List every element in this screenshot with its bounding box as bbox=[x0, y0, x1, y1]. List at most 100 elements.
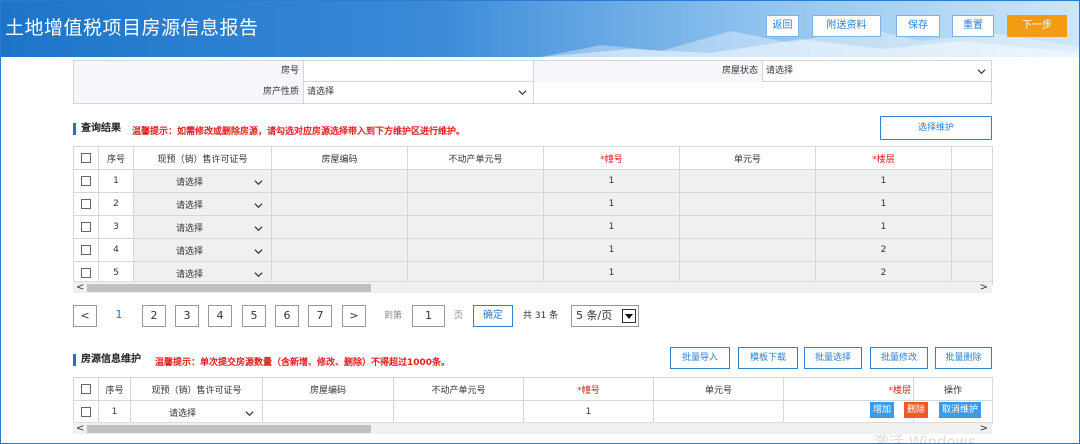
col-building: *幢号 bbox=[543, 146, 680, 170]
page-title: 土地增值税项目房源信息报告 bbox=[5, 17, 259, 39]
house-code-input[interactable] bbox=[262, 400, 394, 424]
total-count: 共 31 条 bbox=[523, 311, 559, 321]
row-checkbox[interactable] bbox=[73, 215, 99, 239]
col-house-code: 房屋编码 bbox=[262, 377, 394, 401]
template-download-button[interactable]: 模板下载 bbox=[738, 347, 798, 369]
page-1-button[interactable]: 1 bbox=[107, 305, 131, 327]
row-no: 1 bbox=[98, 169, 134, 193]
extra-cell bbox=[951, 192, 993, 216]
table-header-row: 序号 现预（销）售许可证号 房屋编码 不动产单元号 *幢号 单元号 *楼层 操作 bbox=[73, 377, 993, 401]
scroll-left-arrow[interactable]: < bbox=[76, 282, 84, 294]
license-select[interactable]: 请选择 bbox=[133, 238, 272, 262]
page-size-value: 5 条/页 bbox=[576, 309, 613, 322]
extra-cell bbox=[951, 238, 993, 262]
license-select-value: 请选择 bbox=[176, 223, 204, 234]
page-size-select[interactable]: 5 条/页 bbox=[571, 305, 639, 327]
save-button[interactable]: 保存 bbox=[896, 15, 940, 37]
attach-docs-button[interactable]: 附送资料 bbox=[812, 15, 881, 37]
property-type-select[interactable]: 请选择 bbox=[304, 82, 534, 103]
scroll-right-arrow[interactable]: > bbox=[980, 423, 988, 435]
select-all-checkbox[interactable] bbox=[73, 146, 99, 170]
batch-import-button[interactable]: 批量导入 bbox=[670, 347, 730, 369]
page-3-button[interactable]: 3 bbox=[175, 305, 199, 327]
maintenance-table: 序号 现预（销）售许可证号 房屋编码 不动产单元号 *幢号 单元号 *楼层 操作… bbox=[73, 377, 993, 424]
license-select[interactable]: 请选择 bbox=[133, 192, 272, 216]
chevron-down-icon bbox=[254, 203, 263, 209]
col-license: 现预（销）售许可证号 bbox=[130, 377, 263, 401]
row-no: 4 bbox=[98, 238, 134, 262]
next-page-button[interactable]: > bbox=[342, 305, 366, 327]
horizontal-scrollbar[interactable]: < > bbox=[73, 422, 992, 434]
table-row[interactable]: 3 请选择 1 1 bbox=[73, 215, 993, 239]
scroll-thumb[interactable] bbox=[87, 425, 371, 433]
row-no: 2 bbox=[98, 192, 134, 216]
empty-form-cell bbox=[534, 82, 992, 103]
batch-select-button[interactable]: 批量选择 bbox=[804, 347, 862, 369]
unit-no-cell bbox=[407, 192, 544, 216]
unit-input[interactable] bbox=[653, 400, 784, 424]
chevron-down-icon bbox=[245, 411, 254, 417]
chevron-down-icon bbox=[254, 180, 263, 186]
col-house-code: 房屋编码 bbox=[271, 146, 408, 170]
select-maintain-button[interactable]: 选择维护 bbox=[880, 116, 992, 140]
col-unit-no: 不动产单元号 bbox=[393, 377, 524, 401]
goto-confirm-button[interactable]: 确定 bbox=[473, 305, 513, 327]
page-5-button[interactable]: 5 bbox=[242, 305, 266, 327]
unit-no-cell bbox=[407, 215, 544, 239]
table-row[interactable]: 1 请选择 1 1 bbox=[73, 169, 993, 193]
page-7-button[interactable]: 7 bbox=[308, 305, 332, 327]
col-building: *幢号 bbox=[523, 377, 654, 401]
table-header-row: 序号 现预（销）售许可证号 房屋编码 不动产单元号 *幢号 单元号 *楼层 bbox=[73, 146, 993, 170]
cancel-maintain-button[interactable]: 取消维护 bbox=[939, 402, 982, 418]
horizontal-scrollbar[interactable]: < > bbox=[73, 281, 992, 293]
goto-page-input[interactable]: 1 bbox=[412, 305, 445, 327]
batch-edit-button[interactable]: 批量修改 bbox=[870, 347, 928, 369]
row-no: 3 bbox=[98, 215, 134, 239]
table-row[interactable]: 1 请选择 1 1 bbox=[73, 400, 993, 424]
table-row[interactable]: 2 请选择 1 1 bbox=[73, 192, 993, 216]
unit-cell bbox=[679, 192, 816, 216]
row-checkbox[interactable] bbox=[73, 238, 99, 262]
page-2-button[interactable]: 2 bbox=[142, 305, 166, 327]
scroll-right-arrow[interactable]: > bbox=[980, 282, 988, 294]
delete-row-button[interactable]: 删除 bbox=[904, 402, 929, 418]
row-checkbox[interactable] bbox=[73, 169, 99, 193]
chevron-down-icon bbox=[518, 90, 527, 96]
batch-delete-button[interactable]: 批量删除 bbox=[935, 347, 992, 369]
license-select[interactable]: 请选择 bbox=[130, 400, 263, 424]
page-6-button[interactable]: 6 bbox=[275, 305, 299, 327]
room-no-input[interactable] bbox=[304, 61, 534, 82]
building-input[interactable]: 1 bbox=[523, 400, 654, 424]
page-4-button[interactable]: 4 bbox=[208, 305, 232, 327]
property-type-value: 请选择 bbox=[307, 87, 335, 97]
add-row-button[interactable]: 增加 bbox=[870, 402, 895, 418]
back-button[interactable]: 返回 bbox=[766, 15, 799, 37]
house-status-select[interactable]: 请选择 bbox=[763, 61, 992, 82]
row-checkbox[interactable] bbox=[73, 192, 99, 216]
building-cell: 1 bbox=[543, 215, 680, 239]
floor-cell: 2 bbox=[815, 238, 952, 262]
col-no: 序号 bbox=[98, 146, 134, 170]
prev-page-button[interactable]: < bbox=[73, 305, 97, 327]
license-select[interactable]: 请选择 bbox=[133, 215, 272, 239]
reset-button[interactable]: 重置 bbox=[952, 15, 994, 37]
scroll-thumb[interactable] bbox=[87, 284, 371, 292]
scroll-left-arrow[interactable]: < bbox=[76, 423, 84, 435]
unit-no-input[interactable] bbox=[393, 400, 524, 424]
unit-no-cell bbox=[407, 169, 544, 193]
house-status-label: 房屋状态 bbox=[534, 61, 763, 82]
col-floor: *楼层 bbox=[783, 377, 914, 401]
room-no-label: 房号 bbox=[74, 61, 304, 82]
table-row[interactable]: 4 请选择 1 2 bbox=[73, 238, 993, 262]
license-select[interactable]: 请选择 bbox=[133, 169, 272, 193]
query-results-tip: 温馨提示：如需修改或删除房源，请勾选对应房源选择带入到下方维护区进行维护。 bbox=[132, 127, 466, 137]
col-extra bbox=[951, 146, 993, 170]
row-checkbox[interactable] bbox=[73, 400, 99, 424]
windows-activation-watermark: 激活 Windows bbox=[874, 433, 976, 444]
next-step-button[interactable]: 下一步 bbox=[1007, 15, 1067, 37]
chevron-down-icon bbox=[254, 272, 263, 278]
select-all-checkbox[interactable] bbox=[73, 377, 99, 401]
page-unit-label: 页 bbox=[454, 311, 464, 321]
app-window: 土地增值税项目房源信息报告 返回 附送资料 保存 重置 下一步 房号 房屋状态 … bbox=[0, 0, 1080, 444]
chevron-down-icon bbox=[254, 226, 263, 232]
